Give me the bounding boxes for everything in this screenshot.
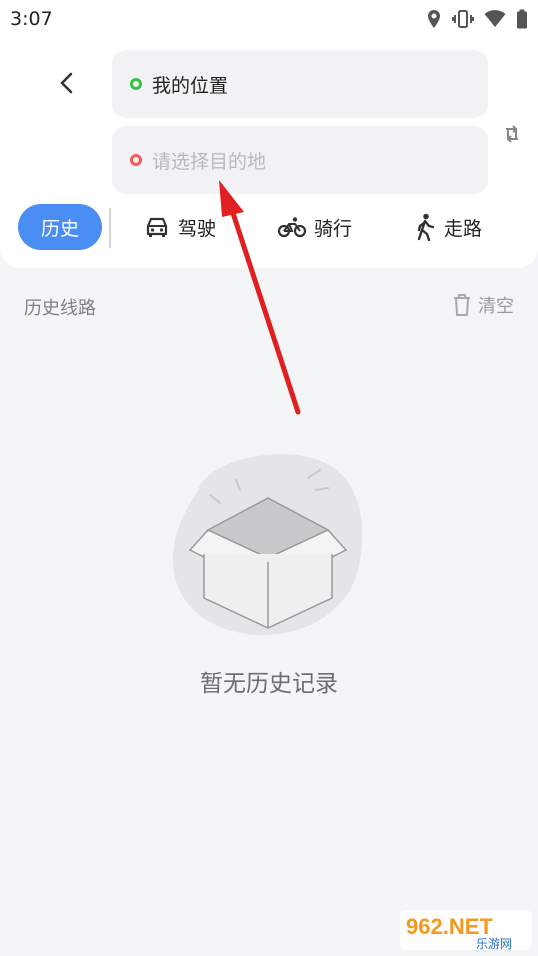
history-header: 历史线路 清空	[24, 294, 514, 322]
tab-ride-label: 骑行	[314, 217, 353, 240]
car-icon	[146, 217, 168, 237]
mode-divider	[109, 208, 111, 248]
destination-input[interactable]: 请选择目的地	[112, 126, 488, 194]
walk-icon	[417, 213, 435, 241]
tab-ride[interactable]: 骑行	[278, 204, 352, 250]
history-title: 历史线路	[24, 298, 96, 319]
location-icon	[428, 10, 440, 28]
swap-icon	[506, 125, 518, 143]
wifi-icon	[484, 10, 506, 27]
watermark-sub: 乐游网	[476, 937, 512, 951]
watermark-logo: 962.NET 乐游网	[398, 906, 534, 952]
back-button[interactable]	[52, 68, 82, 98]
clear-label: 清空	[478, 296, 514, 317]
swap-button[interactable]	[500, 122, 524, 146]
status-bar: 3:07	[0, 0, 538, 38]
route-card: 我的位置 请选择目的地 历史 驾驶 骑行 走路	[0, 38, 538, 268]
trash-icon	[454, 294, 470, 316]
battery-icon	[517, 9, 527, 29]
travel-mode-tabs: 历史 驾驶 骑行 走路	[0, 204, 538, 250]
vibrate-icon	[452, 10, 474, 28]
status-icons	[426, 9, 528, 29]
back-icon	[60, 72, 73, 94]
origin-input[interactable]: 我的位置	[112, 50, 488, 118]
origin-dot	[130, 78, 142, 90]
clear-button[interactable]: 清空	[452, 292, 514, 318]
tab-history[interactable]: 历史	[18, 204, 102, 250]
empty-box-icon	[173, 454, 363, 635]
destination-dot	[130, 154, 142, 166]
destination-placeholder: 请选择目的地	[152, 150, 267, 173]
origin-label: 我的位置	[152, 74, 229, 97]
bike-icon	[278, 217, 306, 238]
tab-walk[interactable]: 走路	[414, 204, 482, 250]
watermark-brand: 962.NET	[406, 914, 493, 939]
empty-state-text: 暂无历史记录	[200, 671, 338, 697]
tab-drive[interactable]: 驾驶	[144, 204, 216, 250]
tab-drive-label: 驾驶	[178, 217, 217, 240]
tab-walk-label: 走路	[444, 217, 483, 240]
status-time: 3:07	[10, 8, 53, 30]
